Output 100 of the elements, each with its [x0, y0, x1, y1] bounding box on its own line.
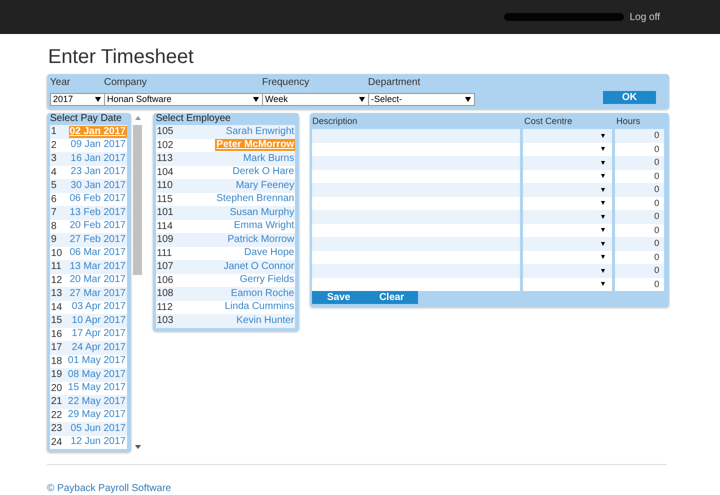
hours-field[interactable]: 0: [615, 142, 664, 156]
dropdown[interactable]: -Select-: [368, 93, 475, 106]
employee-row[interactable]: 111 Dave Hope: [156, 246, 296, 260]
cost-centre-dropdown[interactable]: [523, 250, 612, 264]
pay-date[interactable]: 06 Feb 2017: [68, 193, 127, 206]
pay-date[interactable]: 20 Feb 2017: [68, 220, 127, 232]
employee-row[interactable]: 102 Peter McMorrow: [156, 138, 296, 152]
pay-date-row[interactable]: 7 13 Feb 2017: [50, 206, 127, 220]
hours-field[interactable]: 0: [615, 170, 664, 183]
dropdown[interactable]: Week: [262, 93, 369, 106]
hours-field[interactable]: 0: [615, 250, 664, 264]
pay-date-row[interactable]: 11 13 Mar 2017: [50, 260, 127, 274]
employee-row[interactable]: 104 Derek O Hare: [156, 166, 296, 179]
pay-date-row[interactable]: 15 10 Apr 2017: [50, 314, 127, 328]
cost-centre-dropdown[interactable]: [523, 224, 612, 237]
log-off-link[interactable]: Log off: [630, 12, 660, 22]
cost-centre-dropdown[interactable]: [523, 129, 612, 142]
pay-date[interactable]: 01 May 2017: [66, 355, 127, 368]
hours-field[interactable]: 0: [615, 183, 664, 196]
cost-centre-dropdown[interactable]: [523, 156, 612, 170]
description-field[interactable]: [312, 142, 520, 156]
form-button[interactable]: Clear: [365, 291, 418, 304]
description-field[interactable]: [312, 156, 520, 170]
hours-field[interactable]: 0: [615, 278, 664, 291]
pay-date-row[interactable]: 24 12 Jun 2017: [50, 436, 127, 449]
dropdown[interactable]: Honan Software: [104, 93, 263, 106]
employee-row[interactable]: 109 Patrick Morrow: [156, 233, 296, 246]
scroll-up-icon[interactable]: [134, 116, 141, 120]
cost-centre-dropdown[interactable]: [523, 278, 612, 291]
employee-row[interactable]: 110 Mary Feeney: [156, 179, 296, 192]
cost-centre-dropdown[interactable]: [523, 183, 612, 196]
pay-date-row[interactable]: 2 09 Jan 2017: [50, 138, 127, 152]
description-field[interactable]: [312, 210, 520, 224]
scroll-down-icon[interactable]: [134, 445, 141, 449]
pay-date-row[interactable]: 18 01 May 2017: [50, 354, 127, 368]
hours-field[interactable]: 0: [615, 224, 664, 237]
employee-name[interactable]: Dave Hope: [243, 247, 296, 260]
employee-name[interactable]: Stephen Brennan: [215, 193, 296, 206]
pay-date[interactable]: 03 Apr 2017: [70, 301, 127, 314]
cost-centre-dropdown[interactable]: [523, 196, 612, 210]
description-field[interactable]: [312, 196, 520, 210]
description-field[interactable]: [312, 278, 520, 291]
pay-date-row[interactable]: 3 16 Jan 2017: [50, 152, 127, 166]
employee-row[interactable]: 113 Mark Burns: [156, 152, 296, 166]
hours-field[interactable]: 0: [615, 196, 664, 210]
employee-row[interactable]: 107 Janet O Connor: [156, 260, 296, 274]
cost-centre-dropdown[interactable]: [523, 210, 612, 224]
employee-row[interactable]: 108 Eamon Roche: [156, 287, 296, 300]
pay-date-row[interactable]: 16 17 Apr 2017: [50, 328, 127, 341]
pay-date-row[interactable]: 22 29 May 2017: [50, 408, 127, 422]
pay-date-row[interactable]: 20 15 May 2017: [50, 382, 127, 395]
employee-name[interactable]: Derek O Hare: [232, 166, 296, 178]
pay-date[interactable]: 09 Jan 2017: [70, 139, 127, 152]
pay-date[interactable]: 20 Mar 2017: [68, 274, 127, 286]
employee-name[interactable]: Emma Wright: [232, 220, 296, 232]
employee-row[interactable]: 115 Stephen Brennan: [156, 192, 296, 206]
hours-field[interactable]: 0: [615, 264, 664, 278]
footer-link[interactable]: © Payback Payroll Software: [47, 483, 172, 494]
pay-date[interactable]: 29 May 2017: [66, 409, 127, 422]
pay-date-row[interactable]: 8 20 Feb 2017: [50, 220, 127, 233]
pay-date-row[interactable]: 10 06 Mar 2017: [50, 246, 127, 260]
hours-field[interactable]: 0: [615, 210, 664, 224]
pay-date-row[interactable]: 1 02 Jan 2017: [50, 125, 127, 138]
description-field[interactable]: [312, 129, 520, 142]
ok-button[interactable]: OK: [603, 91, 656, 104]
employee-row[interactable]: 112 Linda Cummins: [156, 300, 296, 314]
employee-name[interactable]: Gerry Fields: [238, 274, 296, 286]
pay-date-row[interactable]: 19 08 May 2017: [50, 368, 127, 382]
pay-date-row[interactable]: 4 23 Jan 2017: [50, 166, 127, 179]
hours-field[interactable]: 0: [615, 156, 664, 170]
pay-date-row[interactable]: 5 30 Jan 2017: [50, 179, 127, 192]
pay-date-row[interactable]: 14 03 Apr 2017: [50, 300, 127, 314]
description-field[interactable]: [312, 237, 520, 250]
cost-centre-dropdown[interactable]: [523, 142, 612, 156]
cost-centre-dropdown[interactable]: [523, 170, 612, 183]
pay-date[interactable]: 12 Jun 2017: [70, 436, 127, 448]
cost-centre-dropdown[interactable]: [523, 264, 612, 278]
description-field[interactable]: [312, 250, 520, 264]
hours-field[interactable]: 0: [615, 129, 664, 142]
pay-date-row[interactable]: 13 27 Mar 2017: [50, 287, 127, 300]
pay-date[interactable]: 23 Jan 2017: [70, 166, 127, 178]
pay-date-row[interactable]: 6 06 Feb 2017: [50, 192, 127, 206]
pay-date-row[interactable]: 9 27 Feb 2017: [50, 233, 127, 246]
form-button[interactable]: Save: [312, 291, 366, 304]
pay-date-row[interactable]: 12 20 Mar 2017: [50, 274, 127, 287]
pay-date-row[interactable]: 23 05 Jun 2017: [50, 422, 127, 436]
description-field[interactable]: [312, 170, 520, 183]
employee-row[interactable]: 106 Gerry Fields: [156, 274, 296, 287]
employee-name[interactable]: Linda Cummins: [224, 301, 296, 314]
employee-row[interactable]: 114 Emma Wright: [156, 220, 296, 233]
cost-centre-dropdown[interactable]: [523, 237, 612, 250]
description-field[interactable]: [312, 183, 520, 196]
pay-date[interactable]: 17 Apr 2017: [70, 328, 127, 340]
pay-date[interactable]: 15 May 2017: [66, 382, 127, 394]
description-field[interactable]: [312, 264, 520, 278]
scroll-thumb[interactable]: [133, 125, 142, 275]
description-field[interactable]: [312, 224, 520, 237]
employee-row[interactable]: 103 Kevin Hunter: [156, 314, 296, 328]
employee-row[interactable]: 105 Sarah Enwright: [156, 125, 296, 138]
dropdown[interactable]: 2017: [50, 93, 105, 106]
